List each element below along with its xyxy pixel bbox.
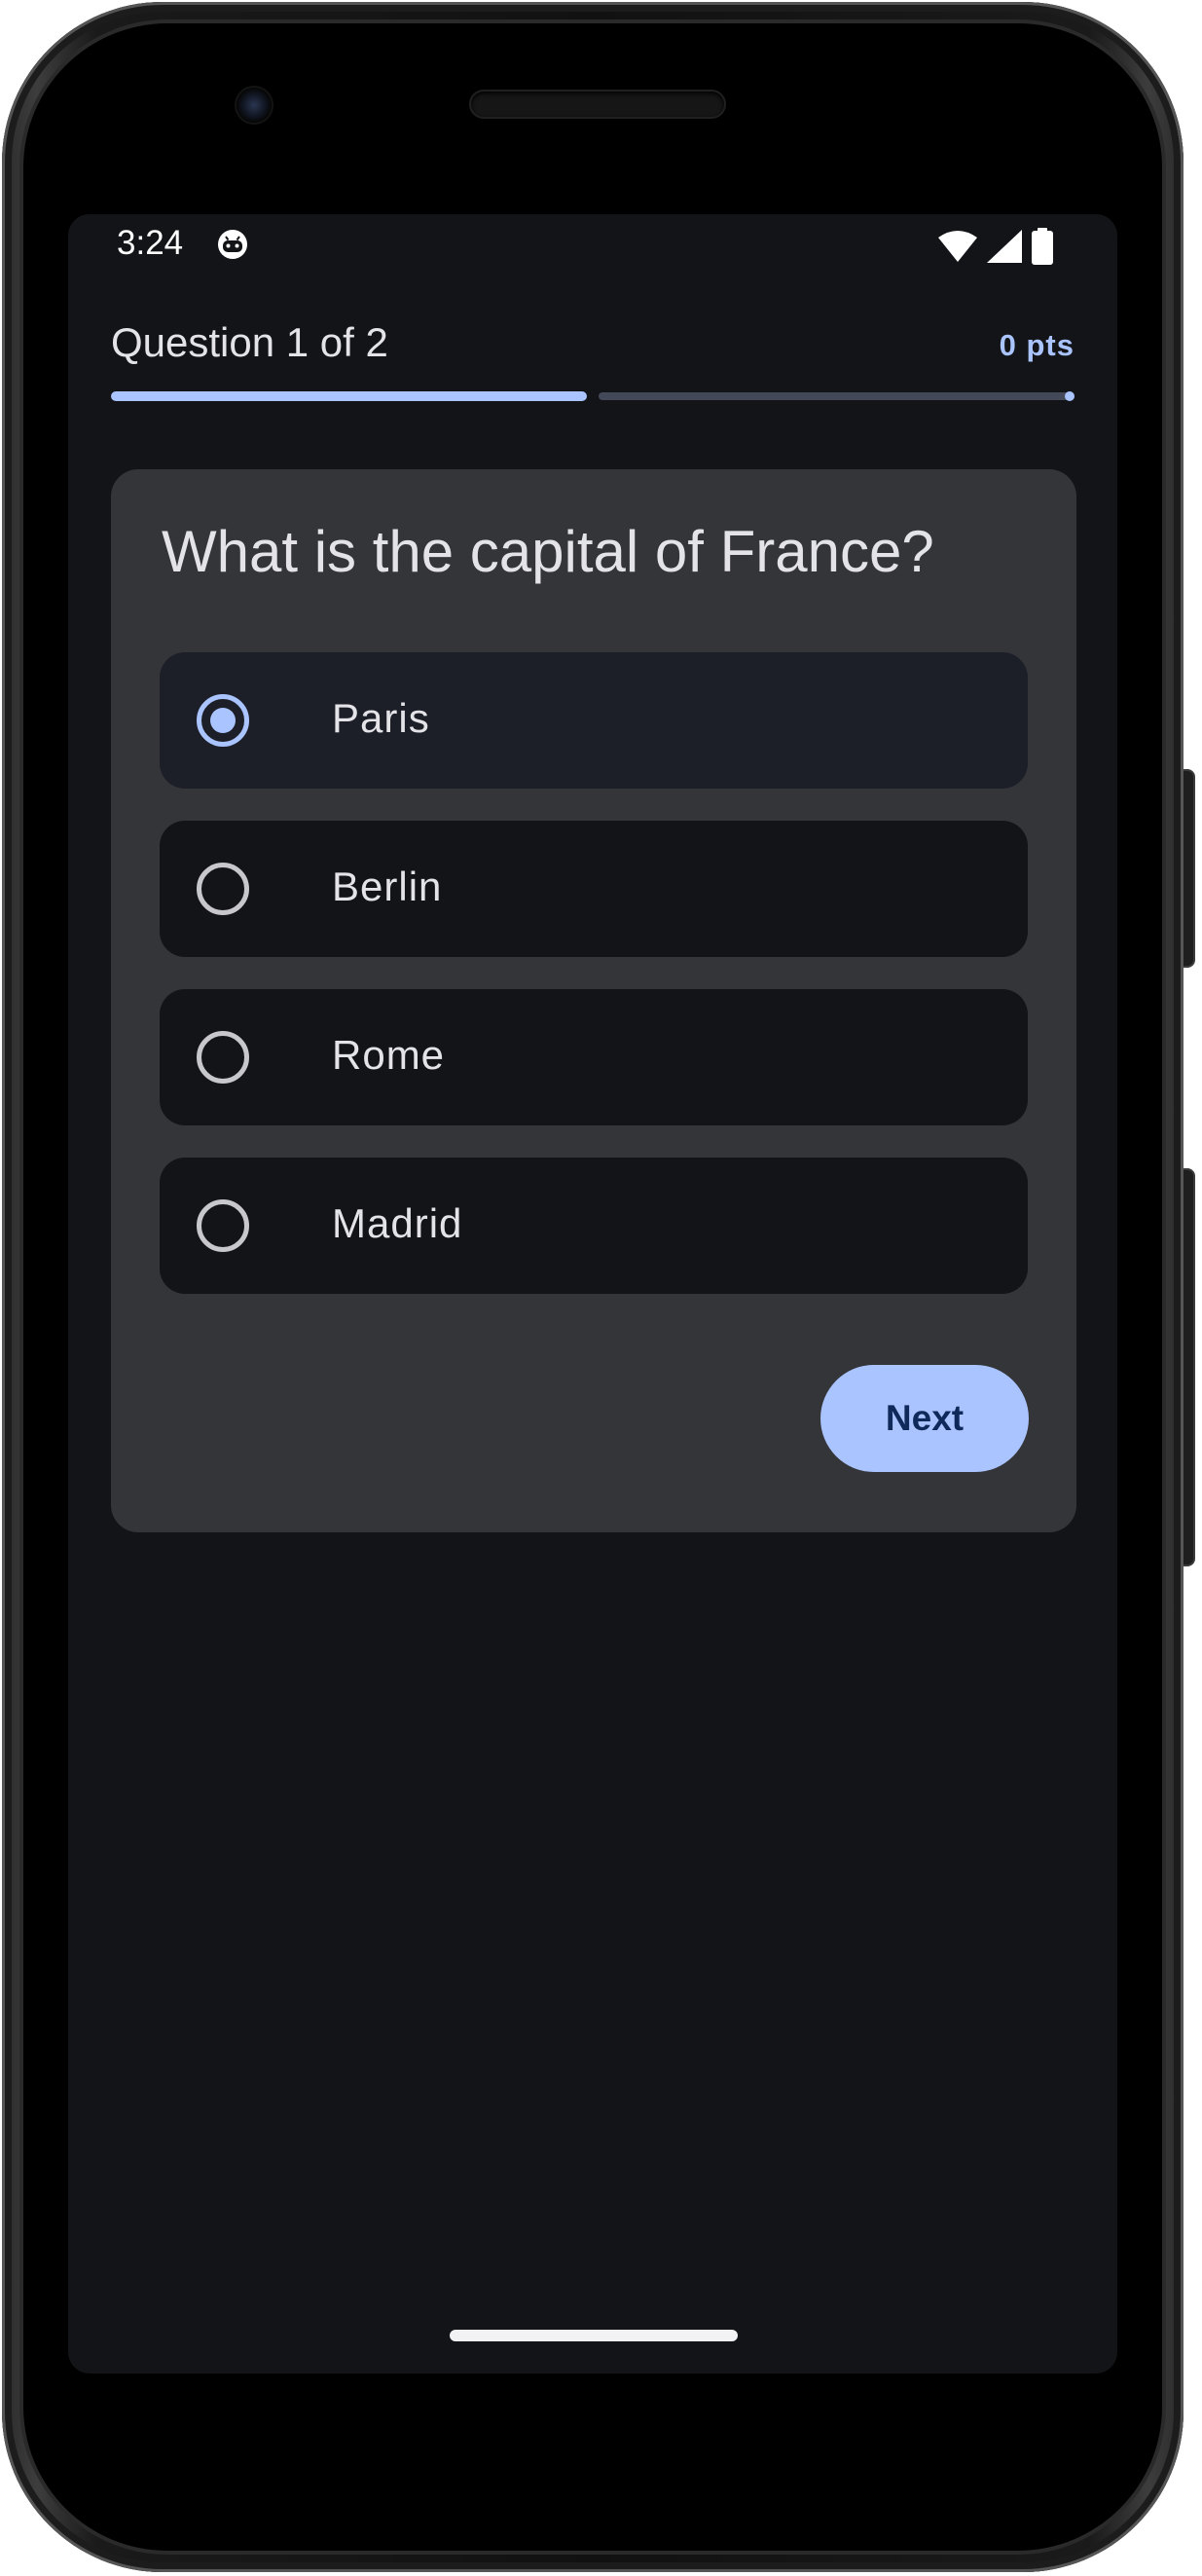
front-camera: [237, 88, 272, 123]
progress-bar: [111, 391, 1075, 401]
radio-button-icon[interactable]: [197, 863, 249, 915]
question-counter: Question 1 of 2: [111, 319, 388, 365]
progress-remaining: [599, 392, 1075, 400]
earpiece-speaker: [471, 92, 724, 117]
status-icons: [938, 228, 1053, 265]
answer-option-berlin[interactable]: Berlin: [160, 821, 1028, 957]
home-indicator[interactable]: [450, 2330, 738, 2341]
progress-end-dot: [1065, 391, 1075, 401]
progress-fill: [111, 391, 587, 401]
power-button: [1184, 769, 1195, 968]
radio-selected-dot: [210, 708, 236, 733]
radio-button-icon[interactable]: [197, 1031, 249, 1084]
volume-button: [1184, 1168, 1195, 1566]
points-badge: 0 pts: [999, 328, 1075, 362]
option-label: Paris: [332, 695, 430, 741]
question-text: What is the capital of France?: [162, 519, 934, 584]
status-bar: 3:24: [68, 214, 1117, 278]
option-label: Berlin: [332, 864, 443, 909]
radio-button-icon[interactable]: [197, 1199, 249, 1252]
answer-option-madrid[interactable]: Madrid: [160, 1158, 1028, 1294]
cellular-signal-icon: [987, 230, 1022, 263]
answer-option-rome[interactable]: Rome: [160, 989, 1028, 1125]
status-time: 3:24: [117, 224, 184, 262]
wifi-icon: [938, 231, 977, 262]
question-card: What is the capital of France? Paris Ber…: [111, 469, 1076, 1532]
answer-option-paris[interactable]: Paris: [160, 652, 1028, 789]
option-label: Madrid: [332, 1200, 463, 1246]
next-button[interactable]: Next: [820, 1365, 1029, 1472]
android-robot-icon: [218, 230, 247, 259]
option-label: Rome: [332, 1032, 446, 1078]
radio-button-icon[interactable]: [197, 694, 249, 747]
screen: 3:24 Question 1 of 2 0 pts What is the c…: [68, 214, 1117, 2374]
battery-icon: [1032, 228, 1053, 265]
